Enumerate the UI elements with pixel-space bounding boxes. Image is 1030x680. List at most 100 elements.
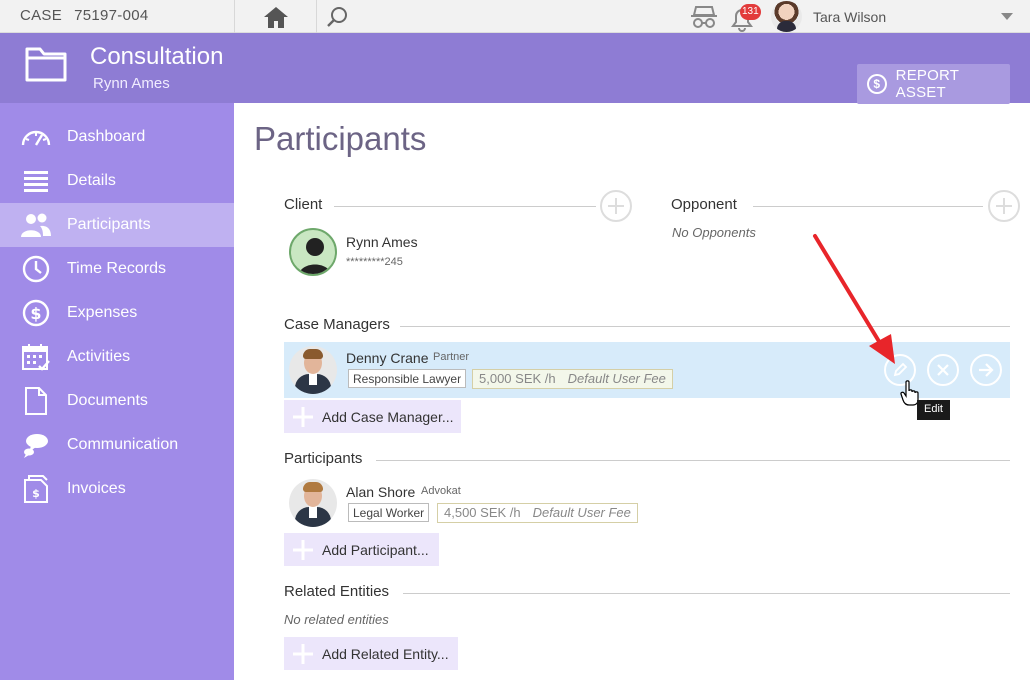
- sidebar-item-label: Invoices: [67, 480, 126, 497]
- remove-button[interactable]: [927, 354, 959, 386]
- folder-icon: [25, 45, 67, 88]
- case-manager-name[interactable]: Denny Crane: [346, 350, 429, 366]
- report-asset-button[interactable]: $ REPORT ASSET: [857, 64, 1010, 104]
- sidebar-item-activities[interactable]: Activities: [0, 335, 234, 379]
- sidebar-item-details[interactable]: Details: [0, 159, 234, 203]
- annotation-arrow-icon: [813, 234, 895, 364]
- sidebar-item-communication[interactable]: Communication: [0, 423, 234, 467]
- plus-icon: [284, 533, 322, 566]
- no-related-entities-text: No related entities: [284, 612, 389, 627]
- fee-note: Default User Fee: [532, 505, 631, 520]
- case-number: 75197-004: [74, 7, 149, 24]
- case-manager-title: Partner: [433, 351, 470, 363]
- add-case-manager-label: Add Case Manager...: [322, 408, 454, 425]
- toolbar-divider: [316, 0, 317, 33]
- incognito-icon[interactable]: [690, 4, 718, 35]
- arrow-right-icon: [979, 363, 994, 377]
- close-icon: [937, 364, 949, 376]
- page-title: Participants: [254, 120, 427, 157]
- add-participant-button[interactable]: Add Participant...: [284, 533, 439, 566]
- top-bar: CASE 75197-004 131 Tara Wilson: [0, 0, 1030, 33]
- clock-icon: [20, 253, 52, 285]
- case-client-name: Rynn Ames: [93, 75, 170, 92]
- section-divider: [400, 326, 1010, 327]
- calendar-icon: [20, 341, 52, 373]
- role-tag: Legal Worker: [348, 503, 430, 522]
- sidebar-item-invoices[interactable]: $ Invoices: [0, 467, 234, 511]
- home-button[interactable]: [236, 0, 316, 33]
- sidebar-item-documents[interactable]: Documents: [0, 379, 234, 423]
- opponent-section-label: Opponent: [671, 196, 737, 213]
- fee-tag: 5,000 SEK /h Default User Fee: [472, 369, 673, 389]
- add-related-entity-button[interactable]: Add Related Entity...: [284, 637, 458, 670]
- plus-icon: [608, 198, 624, 214]
- dollar-circle-icon: $: [867, 74, 887, 94]
- search-icon: [327, 6, 347, 27]
- user-name[interactable]: Tara Wilson: [813, 9, 886, 25]
- invoice-icon: $: [20, 473, 52, 505]
- add-client-button[interactable]: [600, 190, 632, 222]
- svg-text:$: $: [32, 487, 40, 500]
- people-icon: [20, 209, 52, 241]
- avatar: [289, 346, 337, 394]
- document-icon: [20, 385, 52, 417]
- participants-section-label: Participants: [284, 450, 363, 467]
- client-avatar: [289, 228, 337, 276]
- report-asset-label: REPORT ASSET: [895, 67, 959, 101]
- avatar: [289, 479, 337, 527]
- section-divider: [334, 206, 596, 207]
- add-related-entity-label: Add Related Entity...: [322, 645, 449, 662]
- section-divider: [403, 593, 1010, 594]
- list-lines-icon: [20, 165, 52, 197]
- section-divider: [376, 460, 1010, 461]
- plus-icon: [996, 198, 1012, 214]
- case-managers-section-label: Case Managers: [284, 316, 390, 333]
- sidebar-item-label: Participants: [67, 216, 151, 233]
- client-section-label: Client: [284, 196, 323, 213]
- home-icon: [264, 6, 288, 28]
- sidebar-item-label: Documents: [67, 392, 148, 409]
- section-divider: [753, 206, 983, 207]
- search-button[interactable]: [318, 0, 356, 33]
- add-participant-label: Add Participant...: [322, 541, 429, 558]
- case-label: CASE: [20, 7, 63, 24]
- sidebar-item-label: Expenses: [67, 304, 138, 321]
- client-id-masked: *********245: [346, 256, 403, 268]
- sidebar-item-label: Communication: [67, 436, 179, 453]
- participant-name[interactable]: Alan Shore: [346, 484, 415, 500]
- sidebar-item-time-records[interactable]: Time Records: [0, 247, 234, 291]
- dollar-circle-icon: $: [20, 297, 52, 329]
- add-opponent-button[interactable]: [988, 190, 1020, 222]
- sidebar: Dashboard Details Participants Time Reco…: [0, 103, 234, 680]
- notification-count-badge: 131: [740, 4, 761, 20]
- open-button[interactable]: [970, 354, 1002, 386]
- fee-amount: 4,500 SEK /h: [444, 505, 521, 520]
- chevron-down-icon[interactable]: [1001, 13, 1013, 20]
- client-name[interactable]: Rynn Ames: [346, 234, 418, 250]
- sidebar-item-dashboard[interactable]: Dashboard: [0, 115, 234, 159]
- fee-amount: 5,000 SEK /h: [479, 371, 556, 386]
- case-header: Consultation Rynn Ames $ REPORT ASSET: [0, 33, 1030, 104]
- sidebar-item-label: Dashboard: [67, 128, 146, 145]
- notifications-button[interactable]: 131: [728, 3, 761, 32]
- chat-bubbles-icon: [20, 429, 52, 461]
- toolbar-divider: [234, 0, 235, 33]
- fee-tag: 4,500 SEK /h Default User Fee: [437, 503, 638, 523]
- add-case-manager-button[interactable]: Add Case Manager...: [284, 400, 461, 433]
- edit-tooltip: Edit: [917, 400, 950, 420]
- user-avatar[interactable]: [771, 1, 802, 32]
- sidebar-item-label: Details: [67, 172, 116, 189]
- sidebar-item-expenses[interactable]: $ Expenses: [0, 291, 234, 335]
- dashboard-gauge-icon: [20, 121, 52, 153]
- plus-icon: [284, 637, 322, 670]
- participant-title: Advokat: [421, 485, 461, 497]
- related-entities-section-label: Related Entities: [284, 583, 390, 600]
- plus-icon: [284, 400, 322, 433]
- case-title: Consultation: [90, 43, 224, 70]
- sidebar-item-label: Activities: [67, 348, 131, 365]
- svg-text:$: $: [30, 304, 41, 323]
- case-identifier: CASE 75197-004: [20, 7, 149, 24]
- role-tag: Responsible Lawyer: [348, 369, 467, 388]
- sidebar-item-participants[interactable]: Participants: [0, 203, 234, 247]
- no-opponents-text: No Opponents: [672, 225, 756, 240]
